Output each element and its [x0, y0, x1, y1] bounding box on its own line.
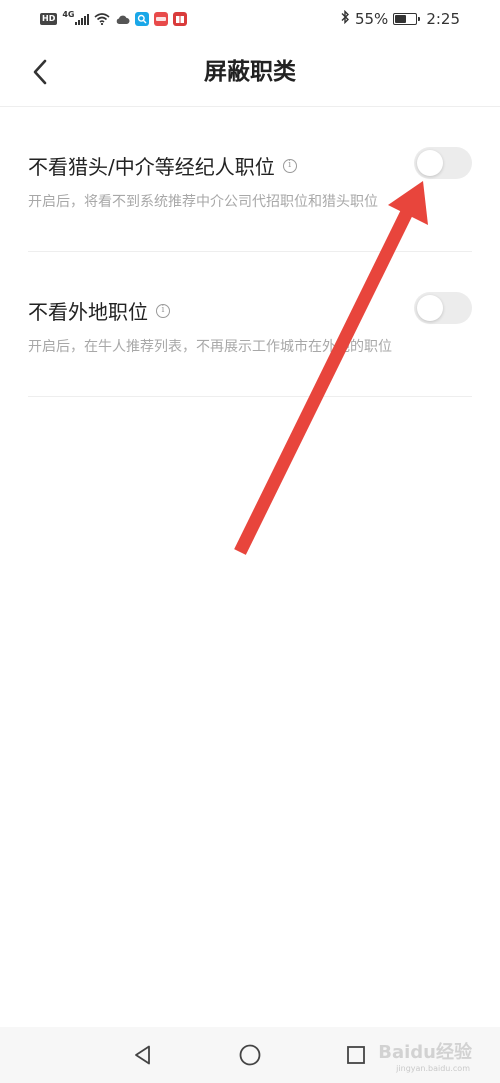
circle-home-icon	[239, 1044, 261, 1066]
headhunter-jobs-toggle[interactable]	[414, 147, 472, 179]
remote-city-jobs-toggle[interactable]	[414, 292, 472, 324]
cloud-icon	[115, 10, 130, 29]
signal-icon	[75, 13, 90, 25]
info-icon[interactable]: i	[156, 303, 170, 318]
setting-row-no-headhunter-jobs: 不看猎头/中介等经纪人职位 i 开启后，将看不到系统推荐中介公司代招职位和猎头职…	[28, 107, 472, 252]
square-recent-icon	[347, 1046, 365, 1064]
status-bar: HD 4G 55% 2:25	[0, 0, 500, 38]
red-app-icon	[154, 12, 169, 26]
network-type: 4G	[62, 10, 75, 19]
nav-back-button[interactable]	[127, 1039, 159, 1071]
book-app-icon	[173, 12, 188, 26]
setting-title: 不看外地职位	[28, 300, 148, 324]
clock: 2:25	[426, 10, 460, 28]
page-header: 屏蔽职类	[0, 38, 500, 107]
bluetooth-icon	[340, 9, 350, 28]
info-icon[interactable]: i	[282, 158, 297, 173]
toggle-knob	[417, 295, 443, 321]
setting-description: 开启后，在牛人推荐列表，不再展示工作城市在外地的职位	[28, 339, 392, 355]
setting-title-wrap: 不看猎头/中介等经纪人职位 i	[28, 151, 297, 180]
battery-percent: 55%	[354, 10, 389, 28]
watermark: Baidu经验	[378, 1042, 472, 1063]
watermark-subtext: jingyan.baidu.com	[396, 1064, 470, 1073]
toggle-knob	[417, 150, 443, 176]
status-bar-right: 55% 2:25	[340, 9, 460, 29]
page-title: 屏蔽职类	[204, 59, 296, 85]
setting-title: 不看猎头/中介等经纪人职位	[28, 155, 275, 179]
battery-fill	[395, 15, 407, 23]
triangle-back-icon	[135, 1045, 150, 1065]
wifi-icon	[94, 10, 111, 29]
nav-recent-button[interactable]	[340, 1039, 372, 1071]
hd-badge: HD	[40, 13, 58, 25]
search-app-icon	[135, 12, 150, 26]
setting-title-wrap: 不看外地职位 i	[28, 296, 170, 325]
setting-description: 开启后，将看不到系统推荐中介公司代招职位和猎头职位	[28, 194, 378, 210]
battery-icon	[393, 13, 421, 25]
status-bar-left: HD 4G	[40, 9, 188, 29]
nav-home-button[interactable]	[234, 1039, 266, 1071]
setting-row-no-remote-city-jobs: 不看外地职位 i 开启后，在牛人推荐列表，不再展示工作城市在外地的职位	[28, 252, 472, 397]
